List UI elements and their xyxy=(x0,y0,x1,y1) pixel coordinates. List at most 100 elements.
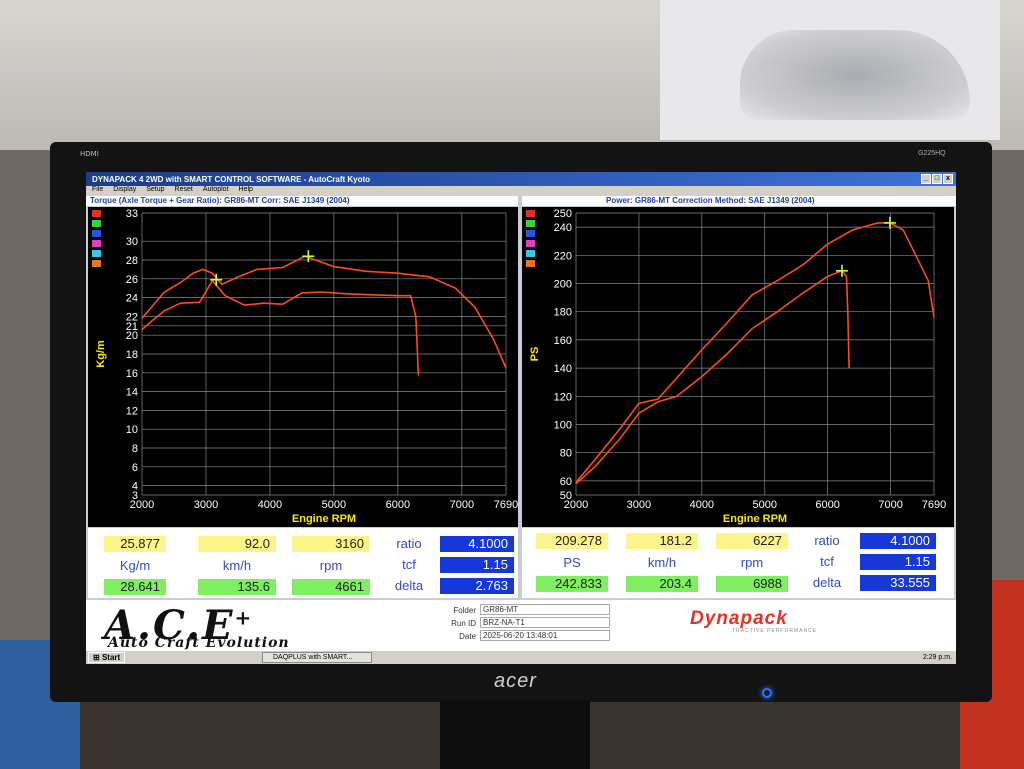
y-axis-label: PS xyxy=(529,347,541,362)
background-car-poster xyxy=(740,30,970,120)
menu-reset[interactable]: Reset xyxy=(175,186,193,196)
windows-logo-icon: ⊞ xyxy=(93,653,100,662)
legend-swatch xyxy=(92,240,101,247)
start-button[interactable]: ⊞ Start xyxy=(88,652,126,663)
ratio-label: ratio xyxy=(396,536,422,551)
taskbar-clock: 2:29 p.m. xyxy=(922,654,952,661)
speed-value-1: 92.0 xyxy=(198,536,276,552)
menu-setup[interactable]: Setup xyxy=(146,186,164,196)
ratio-value: 4.1000 xyxy=(860,533,936,549)
y-tick-label: 160 xyxy=(554,335,572,347)
y-tick-label: 33 xyxy=(126,208,138,220)
rpm-value-2: 6988 xyxy=(716,576,788,592)
delta-label: delta xyxy=(812,575,842,590)
maximize-button[interactable]: □ xyxy=(932,174,942,184)
x-tick-label: 6000 xyxy=(815,499,839,511)
date-field[interactable]: 2025-06-20 13:48:01 xyxy=(480,630,610,641)
power-value-1: 209.278 xyxy=(536,533,608,549)
legend-swatch xyxy=(526,250,535,257)
screen: DYNAPACK 4 2WD with SMART CONTROL SOFTWA… xyxy=(86,172,956,664)
tcf-value: 1.15 xyxy=(440,557,514,573)
y-tick-label: 50 xyxy=(560,490,572,502)
menu-autoplot[interactable]: Autoplot xyxy=(203,186,229,196)
menu-display[interactable]: Display xyxy=(113,186,136,196)
rpm-value-1: 6227 xyxy=(716,533,788,549)
x-tick-label: 5000 xyxy=(753,499,777,511)
tcf-value: 1.15 xyxy=(860,554,936,570)
power-chart[interactable]: 2000 3000 4000 5000 6000 7000 7690 50 60 80 100 120… xyxy=(522,207,954,527)
torque-chart-svg: 2000 3000 4000 5000 6000 7000 7690346810121416… xyxy=(92,208,518,525)
rpm-unit-label: rpm xyxy=(740,555,764,570)
legend-swatch xyxy=(92,260,101,267)
x-tick-label: 7000 xyxy=(450,499,474,511)
x-tick-label: 4000 xyxy=(258,499,282,511)
series-line-1 xyxy=(575,222,935,483)
y-tick-label: 140 xyxy=(554,363,572,375)
y-tick-label: 240 xyxy=(554,222,572,234)
monitor-stand xyxy=(440,700,590,769)
speed-unit-label: km/h xyxy=(222,558,252,573)
folder-field[interactable]: GR86-MT xyxy=(480,604,610,615)
y-tick-label: 22 xyxy=(126,311,138,323)
speed-value-2: 135.6 xyxy=(198,579,276,595)
power-button-icon[interactable] xyxy=(762,688,772,698)
legend-swatch xyxy=(92,210,101,217)
monitor-brand-logo: acer xyxy=(494,670,537,692)
torque-unit-label: Kg/m xyxy=(119,558,151,573)
close-button[interactable]: x xyxy=(943,174,953,184)
y-tick-label: 16 xyxy=(126,368,138,380)
y-tick-label: 6 xyxy=(132,462,138,474)
delta-value: 2.763 xyxy=(440,578,514,594)
legend-swatch xyxy=(526,260,535,267)
series-line-1 xyxy=(141,255,507,369)
x-tick-label: 3000 xyxy=(627,499,651,511)
x-tick-label: 3000 xyxy=(194,499,218,511)
legend-swatch xyxy=(92,230,101,237)
menu-help[interactable]: Help xyxy=(239,186,253,196)
legend-swatch xyxy=(92,250,101,257)
monitor-model-label: G225HQ xyxy=(918,150,946,157)
power-value-2: 242.833 xyxy=(536,576,608,592)
y-tick-label: 250 xyxy=(554,208,572,220)
x-tick-label: 4000 xyxy=(690,499,714,511)
y-tick-label: 10 xyxy=(126,424,138,436)
x-tick-label: 7000 xyxy=(878,499,902,511)
run-id-field[interactable]: BRZ-NA-T1 xyxy=(480,617,610,628)
menu-file[interactable]: File xyxy=(92,186,103,196)
speed-unit-label: km/h xyxy=(647,555,677,570)
speed-value-2: 203.4 xyxy=(626,576,698,592)
x-tick-label: 6000 xyxy=(386,499,410,511)
x-tick-label: 7690 xyxy=(922,499,946,511)
ace-logo-subtitle: Auto Craft Evolution xyxy=(108,635,290,651)
tcf-label: tcf xyxy=(820,554,834,569)
torque-chart[interactable]: 2000 3000 4000 5000 6000 7000 7690 3 4 6 8 10 12 14 16… xyxy=(88,207,518,527)
series-line-2 xyxy=(141,279,420,376)
window-titlebar[interactable]: DYNAPACK 4 2WD with SMART CONTROL SOFTWA… xyxy=(86,172,956,186)
y-tick-label: 8 xyxy=(132,443,138,455)
rpm-unit-label: rpm xyxy=(319,558,343,573)
y-tick-label: 180 xyxy=(554,307,572,319)
dynapack-logo-subtitle: TRACTIVE PERFORMANCE xyxy=(732,628,818,634)
y-tick-label: 26 xyxy=(126,274,138,286)
taskbar: ⊞ Start DAQPLUS with SMART... 2:29 p.m. xyxy=(86,650,956,664)
y-tick-label: 80 xyxy=(560,448,572,460)
y-tick-label: 100 xyxy=(554,420,572,432)
minimize-button[interactable]: _ xyxy=(921,174,931,184)
power-unit-label: PS xyxy=(563,555,581,570)
torque-value-1: 25.877 xyxy=(104,536,166,552)
y-tick-label: 12 xyxy=(126,405,138,417)
series-line-2 xyxy=(575,269,850,485)
x-axis-label: Engine RPM xyxy=(292,513,356,525)
legend-swatch xyxy=(526,230,535,237)
legend-swatch xyxy=(92,220,101,227)
power-chart-header: Power: GR86-MT Correction Method: SAE J1… xyxy=(522,196,956,206)
window-title: DYNAPACK 4 2WD with SMART CONTROL SOFTWA… xyxy=(92,175,371,184)
hdmi-label: HDMI xyxy=(80,150,99,158)
ratio-value: 4.1000 xyxy=(440,536,514,552)
taskbar-app-button[interactable]: DAQPLUS with SMART... xyxy=(262,652,372,663)
dynapack-logo: Dynapack xyxy=(690,608,788,629)
date-label: Date xyxy=(459,632,476,641)
ratio-label: ratio xyxy=(814,533,840,548)
y-tick-label: 28 xyxy=(126,255,138,267)
x-tick-label: 7690 xyxy=(494,499,518,511)
